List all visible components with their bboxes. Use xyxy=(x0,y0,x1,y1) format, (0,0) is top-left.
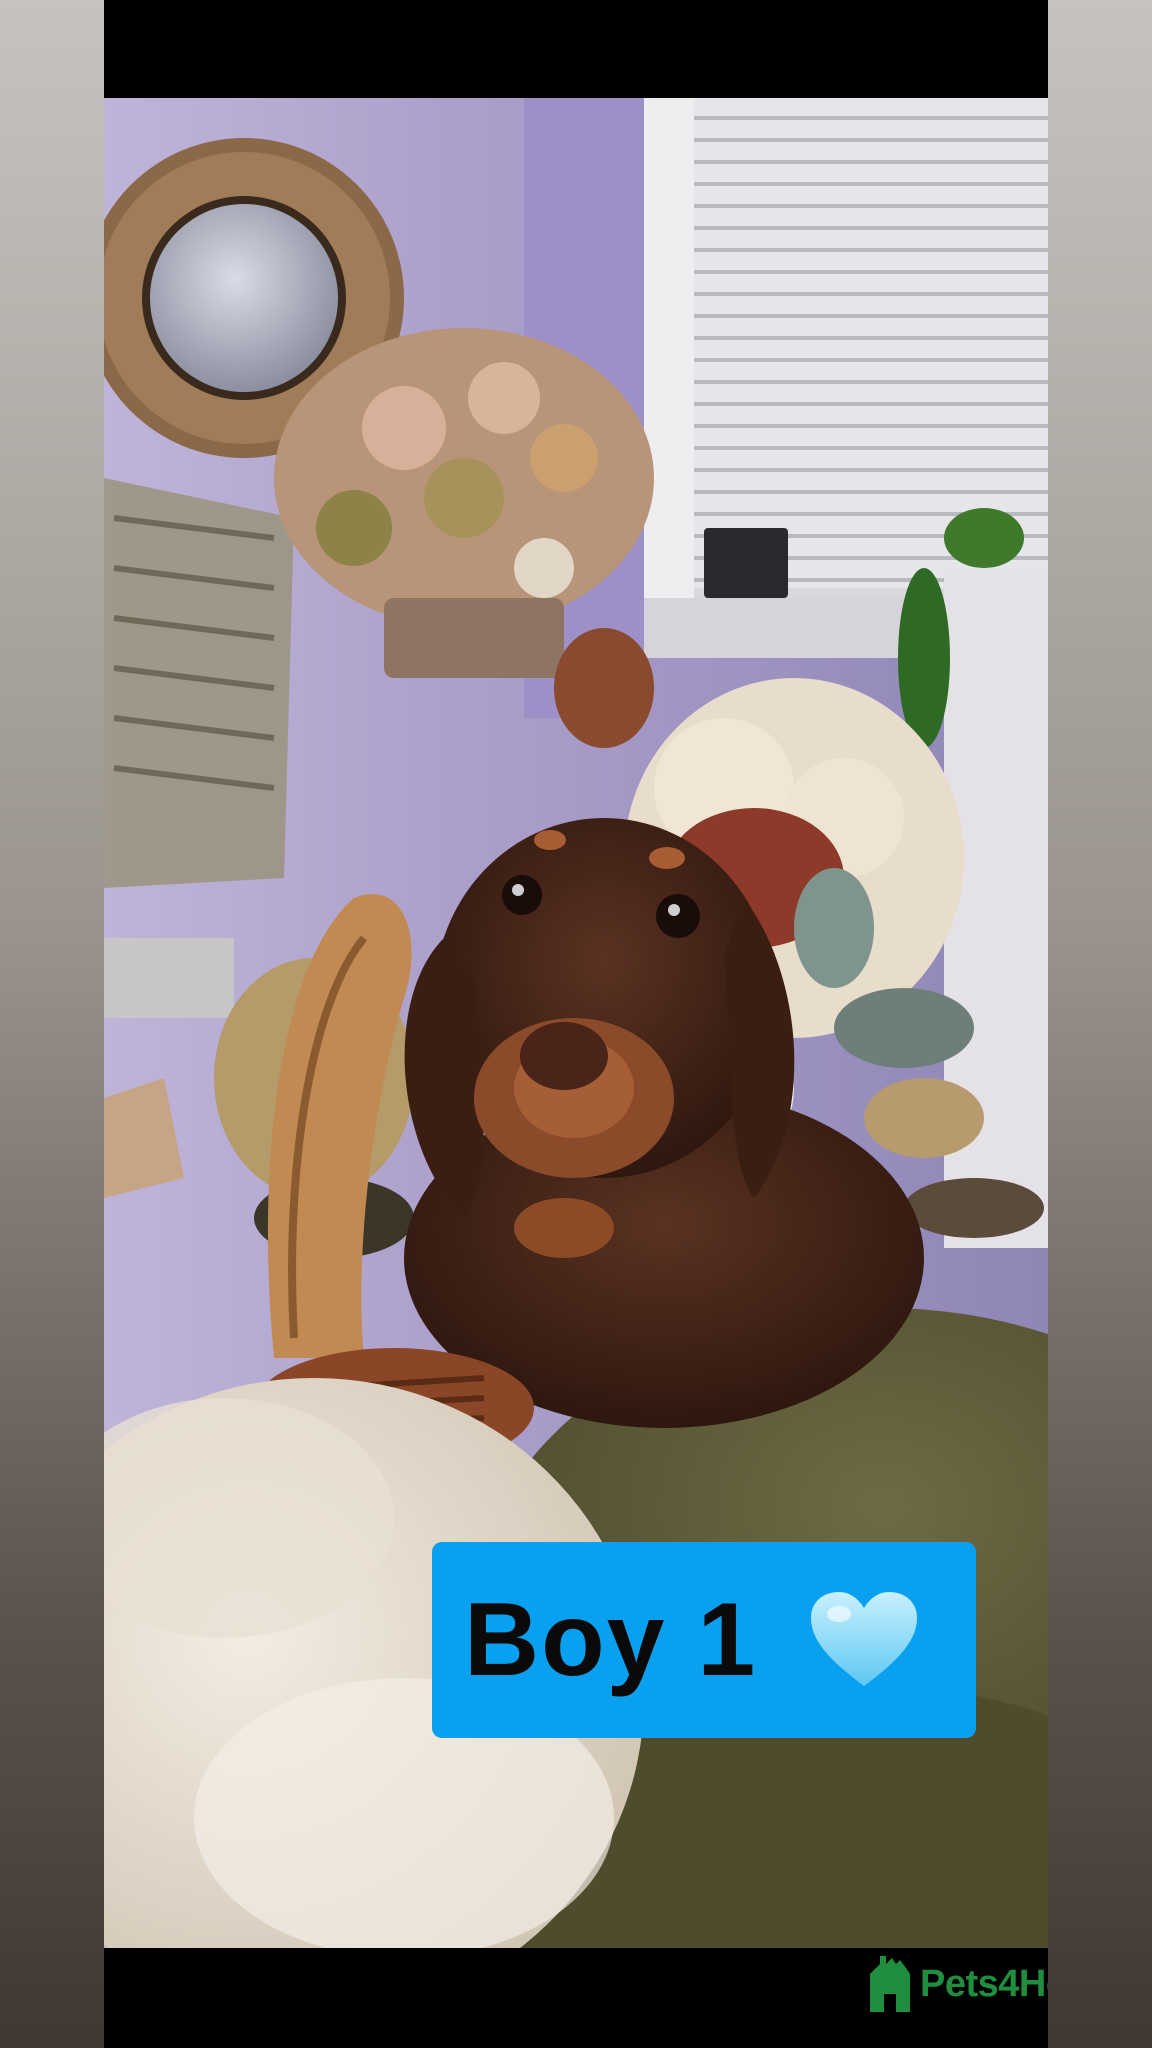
caption-sticker: Boy 1 xyxy=(432,1542,976,1738)
pets4homes-logo-text: Pets4Homes xyxy=(920,1962,1048,2005)
caption-text: Boy 1 xyxy=(464,1582,758,1698)
pets4homes-logo-icon xyxy=(870,1956,910,2012)
story-frame: Boy 1 Pets4Homes xyxy=(104,0,1048,2048)
pets4homes-watermark: Pets4Homes xyxy=(866,1952,1048,2016)
story-viewer: Boy 1 Pets4Homes xyxy=(0,0,1152,2048)
light-blue-heart-icon xyxy=(811,1592,918,1686)
